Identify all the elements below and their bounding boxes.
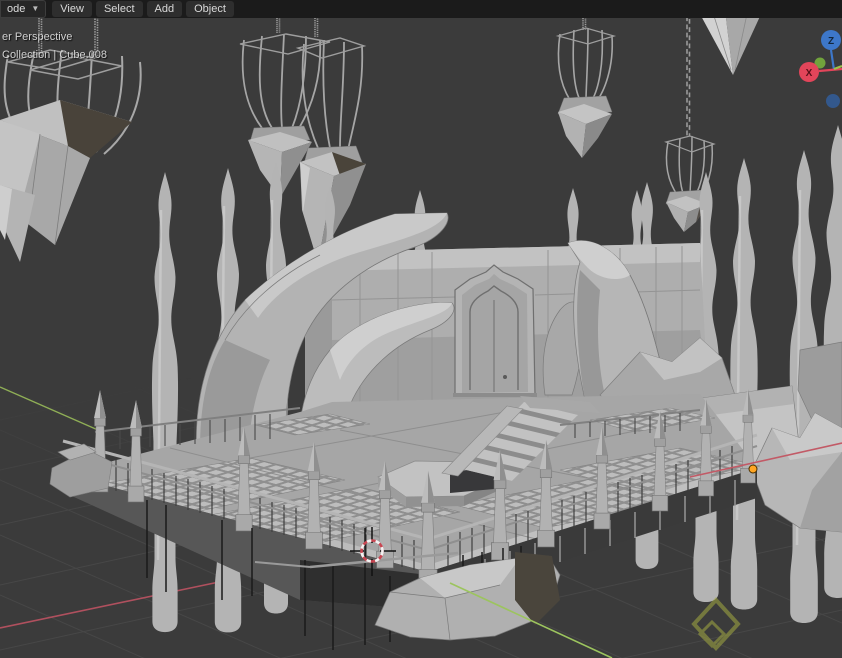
object-origin-dot <box>748 464 758 474</box>
gizmo-z-label: Z <box>828 36 834 47</box>
chevron-down-icon: ▼ <box>31 4 40 13</box>
view-perspective-label: er Perspective <box>2 31 73 43</box>
gizmo-x-label: X <box>806 68 813 79</box>
mode-dropdown-label: ode <box>7 3 26 15</box>
mode-dropdown[interactable]: ode ▼ <box>0 0 47 18</box>
door <box>453 264 537 397</box>
viewport-header: ode ▼ View Select Add Object <box>0 0 842 18</box>
active-collection-label: Collection | Cube.008 <box>2 49 107 61</box>
viewport-canvas[interactable]: Z X <box>0 0 842 658</box>
blender-3d-viewport[interactable]: Z X ode ▼ View Select Add Object er Pers… <box>0 0 842 658</box>
gizmo-z-negative-ball[interactable] <box>826 94 840 108</box>
menu-view[interactable]: View <box>52 1 92 17</box>
menu-object[interactable]: Object <box>186 1 234 17</box>
menu-select[interactable]: Select <box>95 1 143 17</box>
menu-add[interactable]: Add <box>146 1 183 17</box>
